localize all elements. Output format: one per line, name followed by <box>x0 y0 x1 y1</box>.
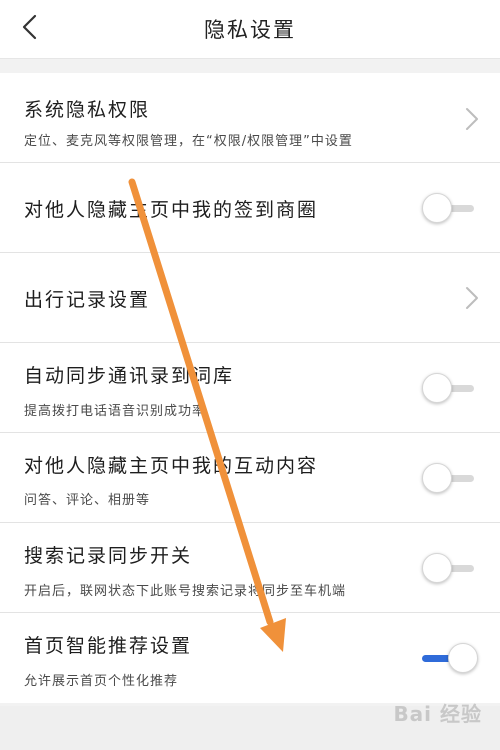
row-subtitle: 提高拨打电话语音识别成功率 <box>24 404 207 419</box>
row-title: 自动同步通讯录到词库 <box>24 365 235 387</box>
chevron-right-icon <box>466 287 478 309</box>
header-bar: 隐私设置 <box>0 0 500 59</box>
row-sync-contacts: 自动同步通讯录到词库 提高拨打电话语音识别成功率 <box>0 343 500 433</box>
row-system-privacy[interactable]: 系统隐私权限 定位、麦克风等权限管理，在“权限/权限管理”中设置 <box>0 73 500 163</box>
toggle-knob <box>422 553 452 583</box>
row-subtitle: 开启后，联网状态下此账号搜索记录将同步至车机端 <box>24 584 347 599</box>
toggle-knob <box>422 373 452 403</box>
toggle-knob <box>422 193 452 223</box>
row-title: 对他人隐藏主页中我的互动内容 <box>24 455 319 477</box>
row-title: 搜索记录同步开关 <box>24 545 193 567</box>
row-travel-record[interactable]: 出行记录设置 <box>0 253 500 343</box>
row-search-sync: 搜索记录同步开关 开启后，联网状态下此账号搜索记录将同步至车机端 <box>0 523 500 613</box>
home-recommend-toggle[interactable] <box>422 642 478 674</box>
row-subtitle: 问答、评论、相册等 <box>24 493 151 508</box>
row-title: 首页智能推荐设置 <box>24 635 193 657</box>
hide-interactions-toggle[interactable] <box>422 462 478 494</box>
row-home-recommend: 首页智能推荐设置 允许展示首页个性化推荐 <box>0 613 500 703</box>
row-title: 系统隐私权限 <box>24 99 151 121</box>
toggle-knob <box>448 643 478 673</box>
search-sync-toggle[interactable] <box>422 552 478 584</box>
toggle-knob <box>422 463 452 493</box>
row-subtitle: 允许展示首页个性化推荐 <box>24 674 179 689</box>
hide-checkin-toggle[interactable] <box>422 192 478 224</box>
settings-list: 系统隐私权限 定位、麦克风等权限管理，在“权限/权限管理”中设置 对他人隐藏主页… <box>0 73 500 703</box>
page-title: 隐私设置 <box>204 18 296 42</box>
row-title: 对他人隐藏主页中我的签到商圈 <box>24 199 319 221</box>
row-title: 出行记录设置 <box>24 289 151 311</box>
row-subtitle: 定位、麦克风等权限管理，在“权限/权限管理”中设置 <box>24 134 353 149</box>
sync-contacts-toggle[interactable] <box>422 372 478 404</box>
row-hide-checkin: 对他人隐藏主页中我的签到商圈 <box>0 163 500 253</box>
baidu-watermark: Bai 经验 <box>393 702 482 726</box>
row-hide-interactions: 对他人隐藏主页中我的互动内容 问答、评论、相册等 <box>0 433 500 523</box>
chevron-right-icon <box>466 108 478 130</box>
